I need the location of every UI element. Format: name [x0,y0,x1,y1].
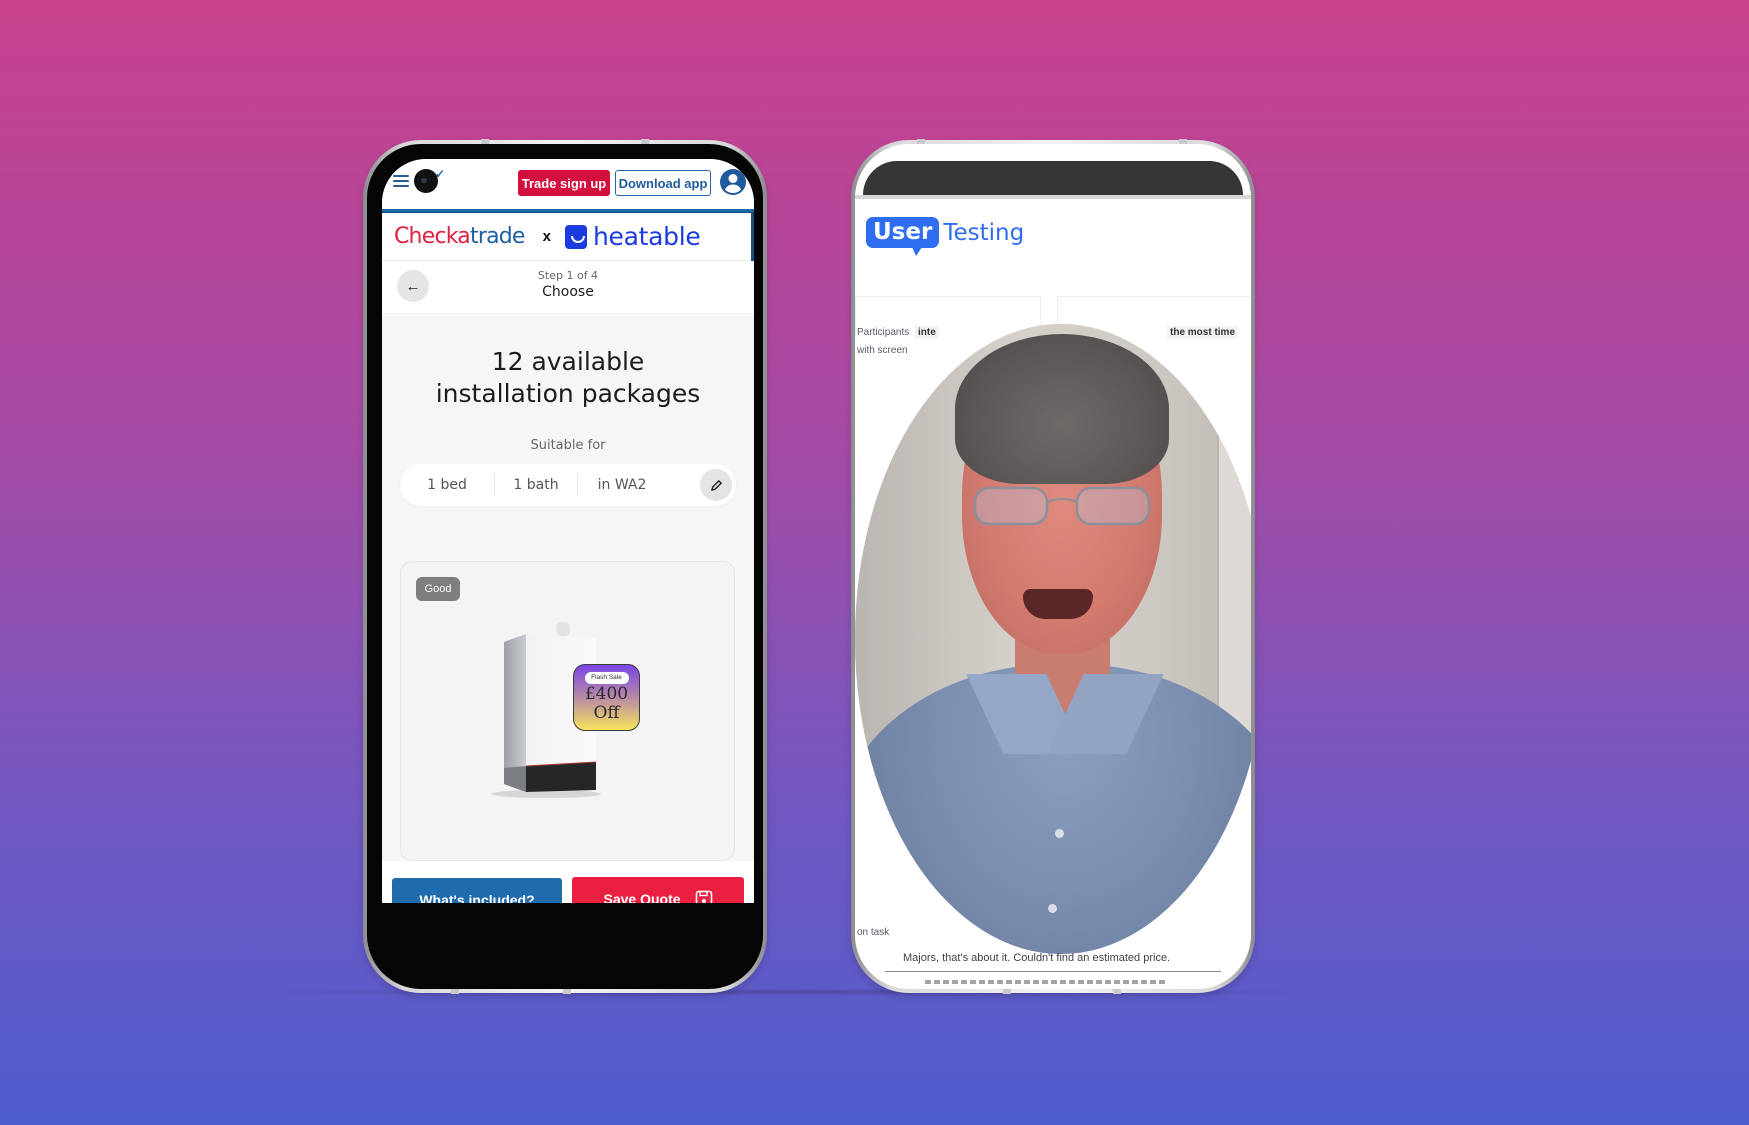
discount-amount: £400 [584,684,629,704]
brand-separator: x [542,228,551,245]
edit-filters-button[interactable] [700,469,732,501]
suitable-for-label: Suitable for [530,438,606,453]
heatable-logo-icon [565,224,587,249]
header-divider [855,195,1251,199]
whats-included-button[interactable]: What's included? [392,878,562,903]
checkatrade-screen: ✓ Trade sign up Download app Checkatrade… [382,159,754,903]
filter-postcode[interactable]: in WA2 [578,477,666,493]
checkmark-logo-icon: ✓ [435,167,446,181]
page-title-line2: installation packages [435,379,701,408]
step-title: Choose [542,284,594,300]
status-bar [863,161,1243,195]
heatable-logo: heatable [593,222,701,251]
download-app-button[interactable]: Download app [615,170,711,196]
frame-antenna [1003,989,1011,994]
filter-bedrooms[interactable]: 1 bed [400,477,494,493]
user-account-icon[interactable] [719,168,747,196]
phone-bezel: ✓ Trade sign up Download app Checkatrade… [367,144,763,989]
checkatrade-logo: Checkatrade [394,224,525,249]
floppy-disk-icon [695,890,712,903]
usertesting-logo-bubble: User [866,217,940,256]
discount-suffix: Off [593,703,620,723]
participant-hair [955,334,1169,484]
frame-antenna [1113,989,1121,994]
page-title: 12 available installation packages [382,346,754,410]
trade-signup-button[interactable]: Trade sign up [518,170,610,196]
usertesting-logo: User Testing [866,217,1025,256]
back-button[interactable]: ← [397,270,429,302]
usertesting-logo-text: Testing [943,219,1025,246]
top-navigation-bar: ✓ Trade sign up Download app [382,159,754,209]
participant-mouth [1023,589,1093,619]
filter-bathrooms[interactable]: 1 bath [495,477,577,493]
caption-divider [885,971,1221,972]
flash-sale-label: Flash Sale [584,672,629,684]
frame-antenna [451,989,459,994]
shirt-button [1055,829,1064,838]
phone-mockup-checkatrade: ✓ Trade sign up Download app Checkatrade… [363,139,767,994]
property-filter-pill[interactable]: 1 bed 1 bath in WA2 [400,464,736,506]
tier-badge: Good [416,577,460,601]
usertesting-screen: User Testing Participants inte with scre… [855,144,1251,989]
flash-sale-badge: Flash Sale £400 Off [573,664,640,731]
step-label: Step 1 of 4 [537,269,599,282]
hamburger-icon[interactable] [393,175,409,187]
phone-bezel: User Testing Participants inte with scre… [855,144,1251,989]
page-title-line1: 12 available [491,347,645,376]
step-indicator: ← Step 1 of 4 Choose [382,261,754,313]
shirt-button [1048,904,1057,913]
save-quote-button[interactable]: Save Quote [572,877,744,903]
frame-antenna [563,989,571,994]
participant-video[interactable] [855,324,1251,954]
blurred-text-row [925,980,1165,984]
pencil-icon [710,479,722,491]
package-card[interactable]: Good Flash Sale £400 Off [400,561,735,861]
partner-brand-row: Checkatrade x heatable [382,213,754,269]
transcript-caption: Majors, that's about it. Couldn't find a… [903,952,1171,964]
action-bar: What's included? Save Quote [382,861,754,903]
save-quote-label: Save Quote [603,891,681,903]
arrow-left-icon: ← [405,277,421,295]
phone-mockup-usertesting: User Testing Participants inte with scre… [851,139,1255,994]
participant-glasses [973,486,1151,526]
